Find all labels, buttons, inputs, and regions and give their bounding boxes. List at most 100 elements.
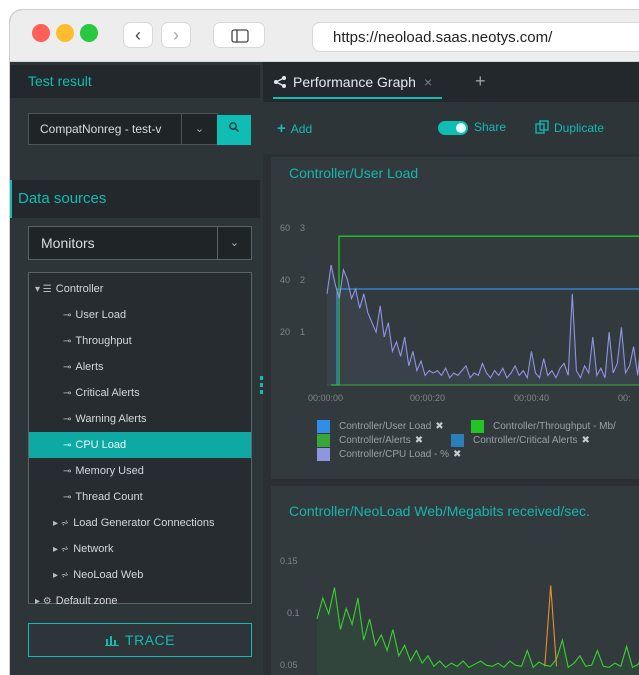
legend-label: Controller/Alerts: [339, 435, 411, 446]
data-sources-header: Data sources: [10, 180, 260, 218]
counter-icon: ⊸: [63, 303, 71, 329]
tab-bar: Performance Graph × +: [263, 62, 639, 102]
remove-series-icon[interactable]: ✖: [453, 449, 461, 460]
legend-swatch: [471, 420, 484, 433]
legend-swatch: [317, 420, 330, 433]
tree-item-label: User Load: [75, 309, 126, 321]
add-label: Add: [291, 122, 312, 136]
toggle-switch-icon: [438, 121, 468, 135]
duplicate-icon: [535, 120, 549, 134]
tree-item-label: Throughput: [75, 335, 131, 347]
close-window-button[interactable]: [32, 24, 50, 42]
data-source-type-value: Monitors: [41, 235, 95, 251]
add-tab-button[interactable]: +: [475, 70, 486, 92]
test-result-select[interactable]: CompatNonreg - test-v ⌄: [28, 113, 218, 145]
plus-icon: +: [277, 120, 286, 137]
add-button[interactable]: + Add: [277, 120, 312, 137]
tree-item[interactable]: ⊸CPU Load: [29, 432, 251, 458]
tree-item-label: Load Generator Connections: [73, 517, 214, 529]
test-result-header: Test result: [10, 65, 260, 98]
tree-item[interactable]: ▸ ⩫ Load Generator Connections: [29, 510, 251, 536]
tab-label: Performance Graph: [293, 74, 416, 90]
counter-icon: ⊸: [63, 407, 71, 433]
legend-swatch: [317, 448, 330, 461]
legend-item[interactable]: Controller/Throughput - Mb/: [471, 420, 616, 433]
chevron-down-icon: ⌄: [181, 114, 217, 144]
tree-item[interactable]: ▾ ☰Controller: [29, 276, 251, 302]
tree-item-label: Network: [73, 543, 113, 555]
legend-label: Controller/User Load: [339, 421, 431, 432]
tree-item-label: Default zone: [56, 595, 118, 607]
counter-icon: ⊸: [63, 459, 71, 485]
test-result-select-value: CompatNonreg - test-v: [40, 122, 161, 136]
legend-item[interactable]: Controller/CPU Load - % ✖: [317, 448, 461, 461]
back-button[interactable]: ‹: [123, 22, 153, 48]
x-tick-label: 00:00:00: [308, 393, 343, 403]
tree-item-label: Thread Count: [75, 491, 142, 503]
sidebar: Test result CompatNonreg - test-v ⌄ Data…: [10, 62, 263, 675]
x-tick-label: 00:: [618, 393, 631, 403]
share-toggle[interactable]: Share: [438, 120, 506, 135]
legend-swatch: [317, 434, 330, 447]
search-icon: [228, 121, 240, 133]
tree-item[interactable]: ⊸ User Load: [29, 302, 251, 328]
counter-icon: ⊸: [63, 355, 71, 381]
counter-icon: ⊸: [63, 329, 71, 355]
search-button[interactable]: [217, 115, 251, 145]
share-graph-icon: [273, 76, 287, 88]
url-bar[interactable]: https://neoload.saas.neotys.com/: [312, 22, 639, 52]
legend-item[interactable]: Controller/Alerts ✖: [317, 434, 423, 447]
counter-icon: ⊸: [63, 381, 71, 407]
graph-panel-user-load: Controller/User Load 60 40 20 3 2 1 00:0…: [271, 157, 639, 479]
tree-item[interactable]: ▸ ⚙ Default zone: [29, 588, 251, 614]
sidebar-toggle-button[interactable]: [213, 22, 265, 48]
legend-label: Controller/CPU Load - %: [339, 449, 449, 460]
tree-item[interactable]: ⊸ Throughput: [29, 328, 251, 354]
remove-series-icon[interactable]: ✖: [435, 421, 443, 432]
remove-series-icon[interactable]: ✖: [415, 435, 423, 446]
counter-icon: ⊸: [63, 485, 71, 511]
legend-label: Controller/Critical Alerts: [473, 435, 577, 446]
tree-item[interactable]: ⊸ Thread Count: [29, 484, 251, 510]
trace-button[interactable]: TRACE: [28, 623, 252, 657]
folder-toggle-icon[interactable]: ▸ ⩫: [53, 563, 69, 589]
sidebar-icon: [214, 23, 266, 49]
close-tab-icon[interactable]: ×: [424, 74, 432, 90]
browser-toolbar: ‹ › https://neoload.saas.neotys.com/: [10, 10, 639, 62]
remove-series-icon[interactable]: ✖: [581, 435, 589, 446]
legend-item[interactable]: Controller/Critical Alerts ✖: [451, 434, 590, 447]
series-line-cpu-load-area: [327, 265, 639, 385]
monitor-tree: ▾ ☰Controller⊸User Load⊸Throughput⊸Alert…: [28, 272, 252, 604]
legend-swatch: [451, 434, 464, 447]
tree-item[interactable]: ▸ ⩫NeoLoad Web: [29, 562, 251, 588]
x-tick-label: 00:00:40: [514, 393, 549, 403]
bar-chart-icon: [105, 634, 119, 646]
series-line-spike: [545, 585, 557, 666]
tree-item[interactable]: ⊸Critical Alerts: [29, 380, 251, 406]
tree-item[interactable]: ⊸ Alerts: [29, 354, 251, 380]
browser-window: ‹ › https://neoload.saas.neotys.com/ Tes…: [10, 10, 639, 675]
forward-button[interactable]: ›: [161, 22, 191, 48]
minimize-window-button[interactable]: [56, 24, 74, 42]
tree-item[interactable]: ⊸ Warning Alerts: [29, 406, 251, 432]
duplicate-button[interactable]: Duplicate: [535, 120, 604, 135]
tree-item-label: CPU Load: [75, 439, 126, 451]
chevron-down-icon: ⌄: [217, 227, 251, 259]
tree-item-label: Warning Alerts: [75, 413, 146, 425]
legend-item[interactable]: Controller/User Load ✖: [317, 420, 444, 433]
tab-performance-graph[interactable]: Performance Graph ×: [273, 65, 442, 99]
folder-toggle-icon[interactable]: ▾ ☰: [35, 277, 52, 303]
folder-toggle-icon[interactable]: ▸ ⩫: [53, 537, 69, 563]
share-label: Share: [474, 120, 506, 134]
tree-item[interactable]: ⊸Memory Used: [29, 458, 251, 484]
legend-label: Controller/Throughput - Mb/: [493, 421, 616, 432]
line-chart: [271, 486, 639, 675]
tree-item[interactable]: ▸ ⩫ Network: [29, 536, 251, 562]
zoom-window-button[interactable]: [80, 24, 98, 42]
folder-toggle-icon[interactable]: ▸ ⚙: [35, 589, 52, 615]
graph-panel-neoload-web: Controller/NeoLoad Web/Megabits received…: [271, 486, 639, 675]
tree-item-label: Alerts: [75, 361, 103, 373]
folder-toggle-icon[interactable]: ▸ ⩫: [53, 511, 69, 537]
data-source-type-select[interactable]: Monitors ⌄: [28, 226, 252, 260]
graph-toolbar: + Add Share Duplicate: [263, 102, 639, 154]
